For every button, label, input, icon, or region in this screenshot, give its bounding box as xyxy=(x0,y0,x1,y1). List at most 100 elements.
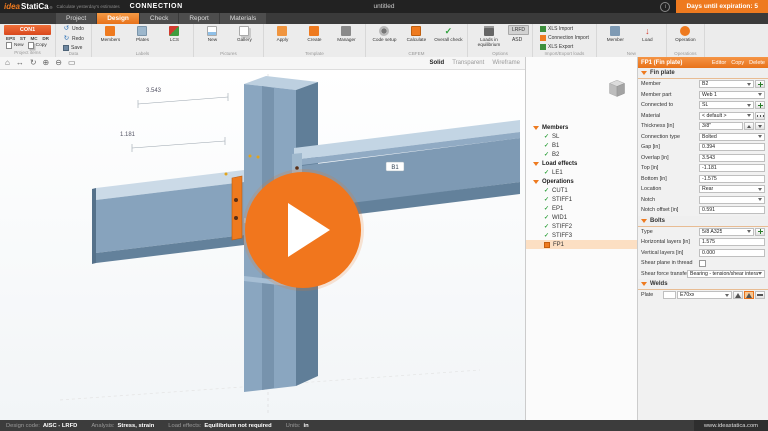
thickness-input[interactable]: 3/8" xyxy=(699,122,743,130)
weld-double-fillet-icon-button[interactable] xyxy=(744,291,754,299)
mode-wireframe-button[interactable]: Wireframe xyxy=(492,60,520,66)
material-edit-button[interactable] xyxy=(755,112,765,120)
copy-operation-button[interactable]: Copy xyxy=(731,60,744,66)
member-select[interactable]: B2 xyxy=(699,80,754,88)
pan-icon[interactable]: ↔ xyxy=(16,59,24,67)
members-button[interactable]: Members xyxy=(95,25,126,42)
connection-import-button[interactable]: Connection Import xyxy=(536,34,593,42)
xls-import-button[interactable]: XLS Import xyxy=(536,25,577,33)
info-icon[interactable]: i xyxy=(660,2,670,12)
viewport-3d[interactable]: B1 3.543 1.181 xyxy=(0,70,525,420)
tree-item-stiff2[interactable]: ✓STIFF2 xyxy=(526,222,637,231)
create-template-button[interactable]: Create xyxy=(299,25,330,42)
tree-item-wid1[interactable]: ✓WID1 xyxy=(526,213,637,222)
weld-fillet-icon-button[interactable] xyxy=(733,291,743,299)
notch-offset-input[interactable]: 0.591 xyxy=(699,206,765,214)
horizontal-layers-input[interactable]: 1.575 xyxy=(699,238,765,246)
copy-item-button[interactable]: Copy xyxy=(28,42,47,49)
section-bolts[interactable]: Bolts xyxy=(638,216,768,227)
undo-button[interactable]: ↺Undo xyxy=(59,25,88,34)
check-icon: ✓ xyxy=(544,143,549,149)
material-select[interactable]: < default > xyxy=(699,112,754,120)
tree-section-operations[interactable]: Operations xyxy=(526,177,637,186)
item-type-eps[interactable]: EPS xyxy=(6,36,15,41)
redo-button[interactable]: ↻Redo xyxy=(59,35,88,44)
bottom-input[interactable]: -1.575 xyxy=(699,175,765,183)
item-type-dr[interactable]: DR xyxy=(42,36,49,41)
tree-item-stiff1[interactable]: ✓STIFF1 xyxy=(526,195,637,204)
new-picture-button[interactable]: New xyxy=(197,25,228,42)
section-fin-plate[interactable]: Fin plate xyxy=(638,68,768,79)
tab-report[interactable]: Report xyxy=(179,13,219,24)
overlap-input[interactable]: 3.543 xyxy=(699,154,765,162)
delete-operation-button[interactable]: Delete xyxy=(749,60,765,66)
electrode-select[interactable]: E70xx xyxy=(677,291,732,299)
item-type-mc[interactable]: MC xyxy=(30,36,37,41)
home-view-icon[interactable]: ⌂ xyxy=(5,59,10,67)
apply-template-button[interactable]: Apply xyxy=(267,25,298,42)
item-type-st[interactable]: ST xyxy=(20,36,26,41)
tab-check[interactable]: Check xyxy=(140,13,178,24)
plates-button[interactable]: Plates xyxy=(127,25,158,42)
gallery-button[interactable]: Gallery xyxy=(229,25,260,42)
gap-input[interactable]: 0.394 xyxy=(699,143,765,151)
mode-transparent-button[interactable]: Transparent xyxy=(452,60,484,66)
lrfd-toggle[interactable]: LRFD xyxy=(508,25,529,35)
tree-item-cut1[interactable]: ✓CUT1 xyxy=(526,186,637,195)
tree-item-sl[interactable]: ✓SL xyxy=(526,132,637,141)
prop-row: Gap [in] 0.394 xyxy=(638,142,768,153)
lcs-button[interactable]: LCS xyxy=(159,25,190,42)
operation-button[interactable]: Operation xyxy=(670,25,701,42)
overall-check-button[interactable]: ✓Overall check xyxy=(433,25,464,42)
new-load-button[interactable]: ↓Load xyxy=(632,25,663,42)
thickness-down-button[interactable] xyxy=(755,122,765,130)
weld-butt-icon-button[interactable] xyxy=(755,291,765,299)
add-member-button[interactable] xyxy=(755,80,765,88)
member-part-select[interactable]: Web 1 xyxy=(699,91,765,99)
vertical-layers-input[interactable]: 0.000 xyxy=(699,249,765,257)
code-setup-button[interactable]: Code setup xyxy=(369,25,400,42)
zoom-out-icon[interactable]: ⊖ xyxy=(55,59,62,67)
tree-item-fp1[interactable]: FP1 xyxy=(526,240,637,249)
editor-button[interactable]: Editor xyxy=(712,60,726,66)
new-member-button[interactable]: Member xyxy=(600,25,631,42)
new-item-button[interactable]: New xyxy=(6,42,24,49)
zoom-window-icon[interactable]: ▭ xyxy=(68,59,76,67)
template-manager-button[interactable]: Manager xyxy=(331,25,362,42)
connection-type-select[interactable]: Bolted xyxy=(699,133,765,141)
mode-solid-button[interactable]: Solid xyxy=(430,60,445,66)
tab-materials[interactable]: Materials xyxy=(220,13,266,24)
loads-in-equilibrium-button[interactable]: Loads in equilibrium xyxy=(471,25,507,47)
shear-plane-checkbox[interactable] xyxy=(699,260,706,267)
zoom-in-icon[interactable]: ⊕ xyxy=(43,59,50,67)
top-input[interactable]: -1.181 xyxy=(699,164,765,172)
idea-statica-connection-window: idea StatiCa ® Calculate yesterday's est… xyxy=(0,0,768,431)
tab-design[interactable]: Design xyxy=(97,13,139,24)
location-select[interactable]: Rear xyxy=(699,185,765,193)
tree-item-b2[interactable]: ✓B2 xyxy=(526,150,637,159)
add-bolt-type-button[interactable] xyxy=(755,228,765,236)
shear-force-transfer-select[interactable]: Bearing - tension/shear interaction xyxy=(687,270,765,278)
tab-project[interactable]: Project xyxy=(56,13,96,24)
asd-toggle[interactable]: ASD xyxy=(508,35,529,45)
chevron-down-icon xyxy=(641,71,647,75)
website-link[interactable]: www.ideastatica.com xyxy=(694,420,768,431)
tree-item-stiff3[interactable]: ✓STIFF3 xyxy=(526,231,637,240)
tree-item-le1[interactable]: ✓LE1 xyxy=(526,168,637,177)
current-connection-button[interactable]: CON1 xyxy=(4,25,51,35)
member-tag-b1[interactable]: B1 xyxy=(391,165,399,171)
thickness-up-button[interactable] xyxy=(744,122,754,130)
tree-section-members[interactable]: Members xyxy=(526,123,637,132)
play-video-button[interactable] xyxy=(245,172,361,288)
tree-section-load-effects[interactable]: Load effects xyxy=(526,159,637,168)
connected-to-select[interactable]: SL xyxy=(699,101,754,109)
section-welds[interactable]: Welds xyxy=(638,279,768,290)
notch-select[interactable] xyxy=(699,196,765,204)
tree-item-b1[interactable]: ✓B1 xyxy=(526,141,637,150)
calculate-button[interactable]: Calculate xyxy=(401,25,432,42)
orbit-icon[interactable]: ↻ xyxy=(30,59,37,67)
tree-item-ep1[interactable]: ✓EP1 xyxy=(526,204,637,213)
add-connected-button[interactable] xyxy=(755,101,765,109)
weld-size-input[interactable] xyxy=(663,291,676,299)
bolt-type-select[interactable]: 5/8 A325 xyxy=(699,228,754,236)
